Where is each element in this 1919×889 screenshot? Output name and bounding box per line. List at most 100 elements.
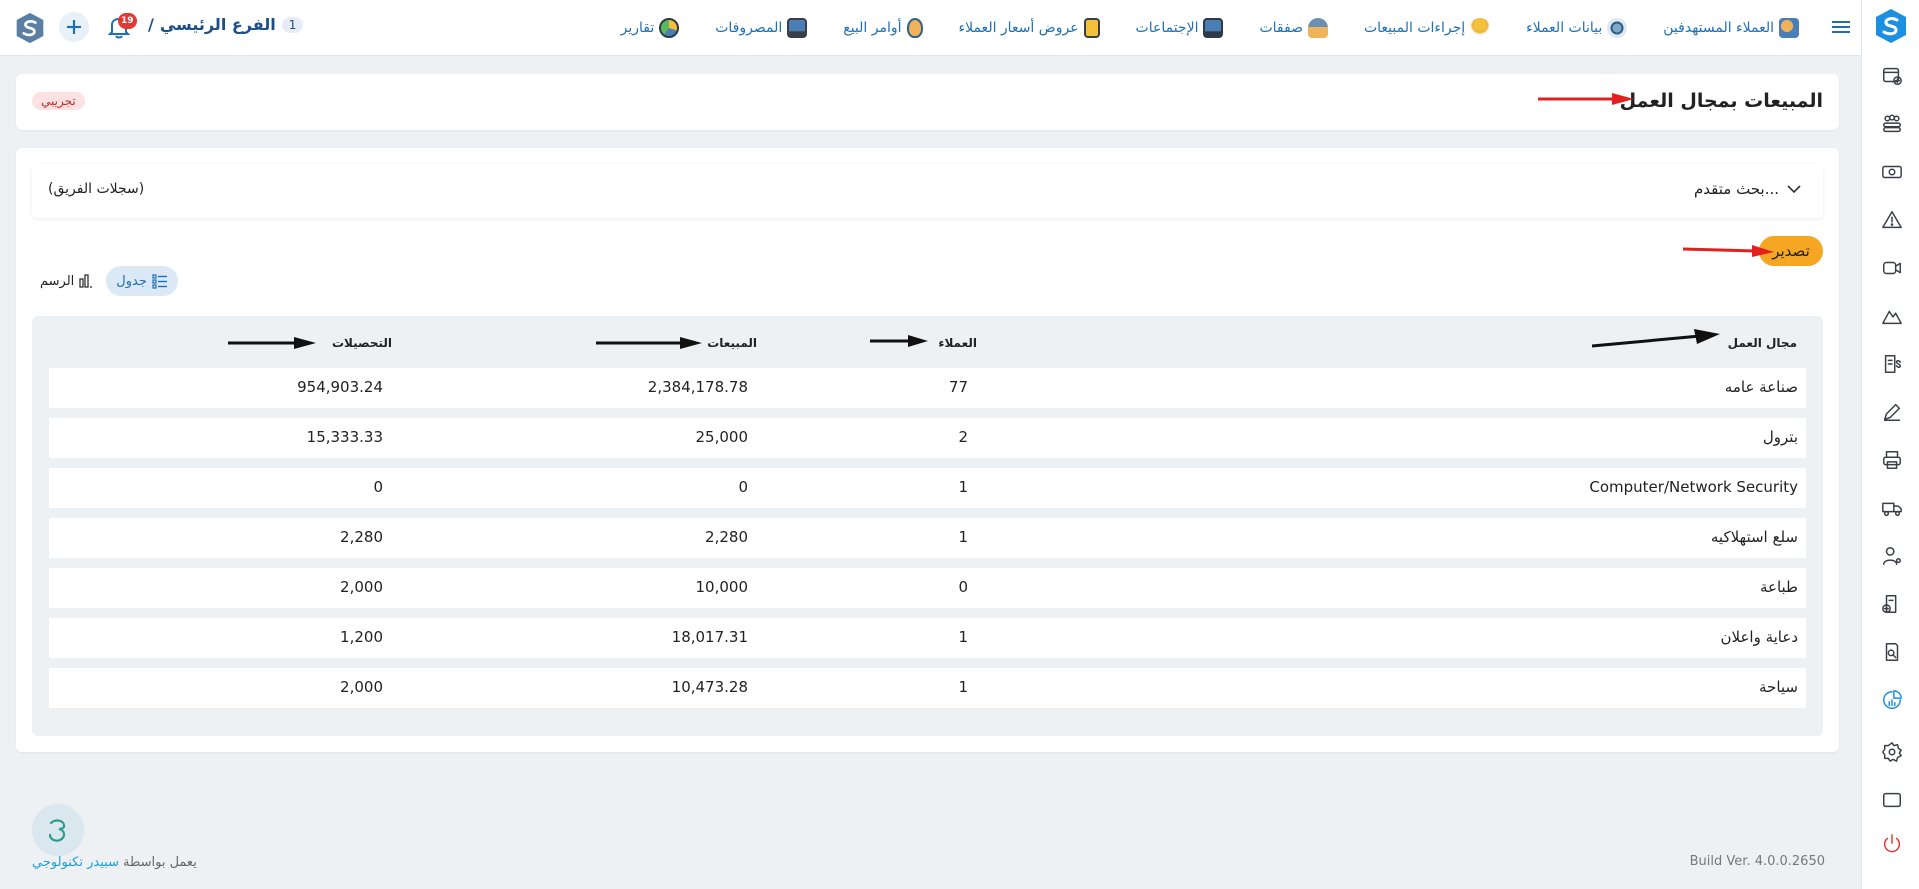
money-icon[interactable]: [1880, 160, 1904, 184]
document-add-icon[interactable]: [1880, 592, 1904, 616]
customer-data-icon: [1607, 18, 1628, 38]
cell-collections: 1,200: [340, 628, 383, 646]
header-collections[interactable]: التحصيلات: [332, 336, 392, 350]
table-row[interactable]: صناعة عامه 77 2,384,178.78 954,903.24: [49, 368, 1806, 408]
branch-selector[interactable]: 1 الفرع الرئيسي /: [148, 15, 304, 34]
cell-sales: 10,473.28: [671, 678, 748, 696]
cell-collections: 2,000: [340, 678, 383, 696]
advanced-search-label: بحث متقدم...: [1694, 180, 1779, 198]
nav-customer-data[interactable]: بيانات العملاء: [1508, 18, 1645, 38]
cell-collections: 954,903.24: [297, 378, 383, 396]
sales-actions-icon: [1470, 18, 1491, 38]
powered-by: سبيدر تكنولوجي يعمل بواسطة: [32, 855, 197, 870]
report-card: بحث متقدم... (سجلات الفريق) تصدير الرسم …: [16, 148, 1839, 752]
nav-label: بيانات العملاء: [1526, 20, 1603, 36]
nav-label: المصروفات: [715, 20, 783, 36]
cell-sales: 0: [738, 478, 748, 496]
app-logo-icon[interactable]: [1874, 8, 1908, 44]
annotation-arrow: [1682, 245, 1774, 257]
chart-report-icon[interactable]: [1880, 688, 1904, 712]
sales-orders-icon: [906, 18, 923, 38]
table-row[interactable]: سلع استهلاكيه 1 2,280 2,280: [49, 518, 1806, 558]
gear-icon[interactable]: [1880, 740, 1904, 764]
hamburger-menu-icon[interactable]: [1829, 16, 1853, 38]
advanced-search-toggle[interactable]: بحث متقدم...: [1694, 180, 1801, 198]
branch-name: الفرع الرئيسي: [159, 15, 276, 34]
top-bar: العملاء المستهدفين بيانات العملاء إجراءا…: [0, 0, 1861, 56]
table-row[interactable]: سياحة 1 10,473.28 2,000: [49, 668, 1806, 708]
right-sidebar: [1861, 0, 1919, 889]
chart-view-button[interactable]: الرسم: [40, 273, 94, 289]
brand-link[interactable]: سبيدر تكنولوجي: [32, 855, 119, 870]
pen-icon[interactable]: [1880, 400, 1904, 424]
cell-customers: 1: [958, 528, 968, 546]
cell-collections: 15,333.33: [306, 428, 383, 446]
view-toggle: الرسم جدول: [40, 266, 178, 296]
nav-sales-actions[interactable]: إجراءات المبيعات: [1346, 18, 1508, 38]
report-table: مجال العمل العملاء المبيعات التحصيلات صن…: [32, 316, 1823, 736]
nav-reports[interactable]: تقارير: [603, 18, 698, 38]
table-header: مجال العمل العملاء المبيعات التحصيلات: [32, 316, 1823, 368]
cell-field: Computer/Network Security: [1589, 478, 1798, 496]
nav-quotes[interactable]: عروض أسعار العملاء: [941, 18, 1118, 38]
warning-icon[interactable]: [1880, 208, 1904, 232]
expenses-icon: [787, 18, 808, 38]
cell-sales: 25,000: [695, 428, 749, 446]
table-view-button[interactable]: جدول: [106, 266, 178, 296]
table-row[interactable]: بترول 2 25,000 15,333.33: [49, 418, 1806, 458]
nav-label: أوامر البيع: [843, 20, 902, 36]
chat-widget-button[interactable]: [32, 804, 84, 856]
video-icon[interactable]: [1880, 256, 1904, 280]
add-button[interactable]: [59, 12, 89, 42]
cell-field: دعاية واعلان: [1720, 628, 1798, 646]
table-row[interactable]: طباعة 0 10,000 2,000: [49, 568, 1806, 608]
deals-icon: [1307, 18, 1328, 38]
report-add-icon[interactable]: [1880, 64, 1904, 88]
plus-icon: [67, 20, 81, 34]
header-sales[interactable]: المبيعات: [707, 336, 757, 350]
app-logo-icon[interactable]: [14, 12, 46, 44]
cell-collections: 0: [373, 478, 383, 496]
document-search-icon[interactable]: [1880, 640, 1904, 664]
cell-field: بترول: [1762, 428, 1798, 446]
powered-by-label: يعمل بواسطة: [122, 855, 197, 870]
invoice-dollar-icon[interactable]: [1880, 352, 1904, 376]
trial-badge: تجريبي: [32, 92, 85, 110]
nav-sales-orders[interactable]: أوامر البيع: [825, 18, 940, 38]
title-card: المبيعات بمجال العمل تجريبي: [16, 74, 1839, 130]
nav-label: إجراءات المبيعات: [1363, 20, 1466, 36]
truck-icon[interactable]: [1880, 496, 1904, 520]
cell-field: سلع استهلاكيه: [1710, 528, 1798, 546]
team-icon[interactable]: [1880, 112, 1904, 136]
annotation-arrow: [596, 337, 702, 349]
nav-target-customers[interactable]: العملاء المستهدفين: [1645, 18, 1817, 38]
user-settings-icon[interactable]: [1880, 544, 1904, 568]
loading-icon: [48, 819, 66, 842]
header-field[interactable]: مجال العمل: [1728, 336, 1797, 350]
cell-customers: 1: [958, 628, 968, 646]
meetings-icon: [1203, 18, 1224, 38]
header-customers[interactable]: العملاء: [938, 336, 977, 350]
nav-label: تقارير: [620, 20, 655, 36]
cell-sales: 2,280: [705, 528, 748, 546]
printer-icon[interactable]: [1880, 448, 1904, 472]
mountain-icon[interactable]: [1880, 304, 1904, 328]
nav-deals[interactable]: صفقات: [1241, 18, 1346, 38]
cell-customers: 0: [958, 578, 968, 596]
nav-expenses[interactable]: المصروفات: [697, 18, 825, 38]
nav-meetings[interactable]: الإجتماعات: [1118, 18, 1242, 38]
page-title: المبيعات بمجال العمل: [1619, 90, 1823, 112]
annotation-arrow: [228, 337, 316, 349]
cell-field: طباعة: [1759, 578, 1798, 596]
target-customers-icon: [1779, 18, 1799, 38]
window-icon[interactable]: [1880, 788, 1904, 812]
cell-collections: 2,000: [340, 578, 383, 596]
quotes-icon: [1083, 18, 1100, 38]
nav-label: عروض أسعار العملاء: [958, 20, 1079, 36]
cell-field: سياحة: [1759, 678, 1798, 696]
table-row[interactable]: دعاية واعلان 1 18,017.31 1,200: [49, 618, 1806, 658]
advanced-search-panel[interactable]: بحث متقدم... (سجلات الفريق): [32, 164, 1823, 218]
table-row[interactable]: Computer/Network Security 1 0 0: [49, 468, 1806, 508]
power-icon[interactable]: [1880, 832, 1904, 856]
nav-label: الإجتماعات: [1135, 20, 1199, 36]
